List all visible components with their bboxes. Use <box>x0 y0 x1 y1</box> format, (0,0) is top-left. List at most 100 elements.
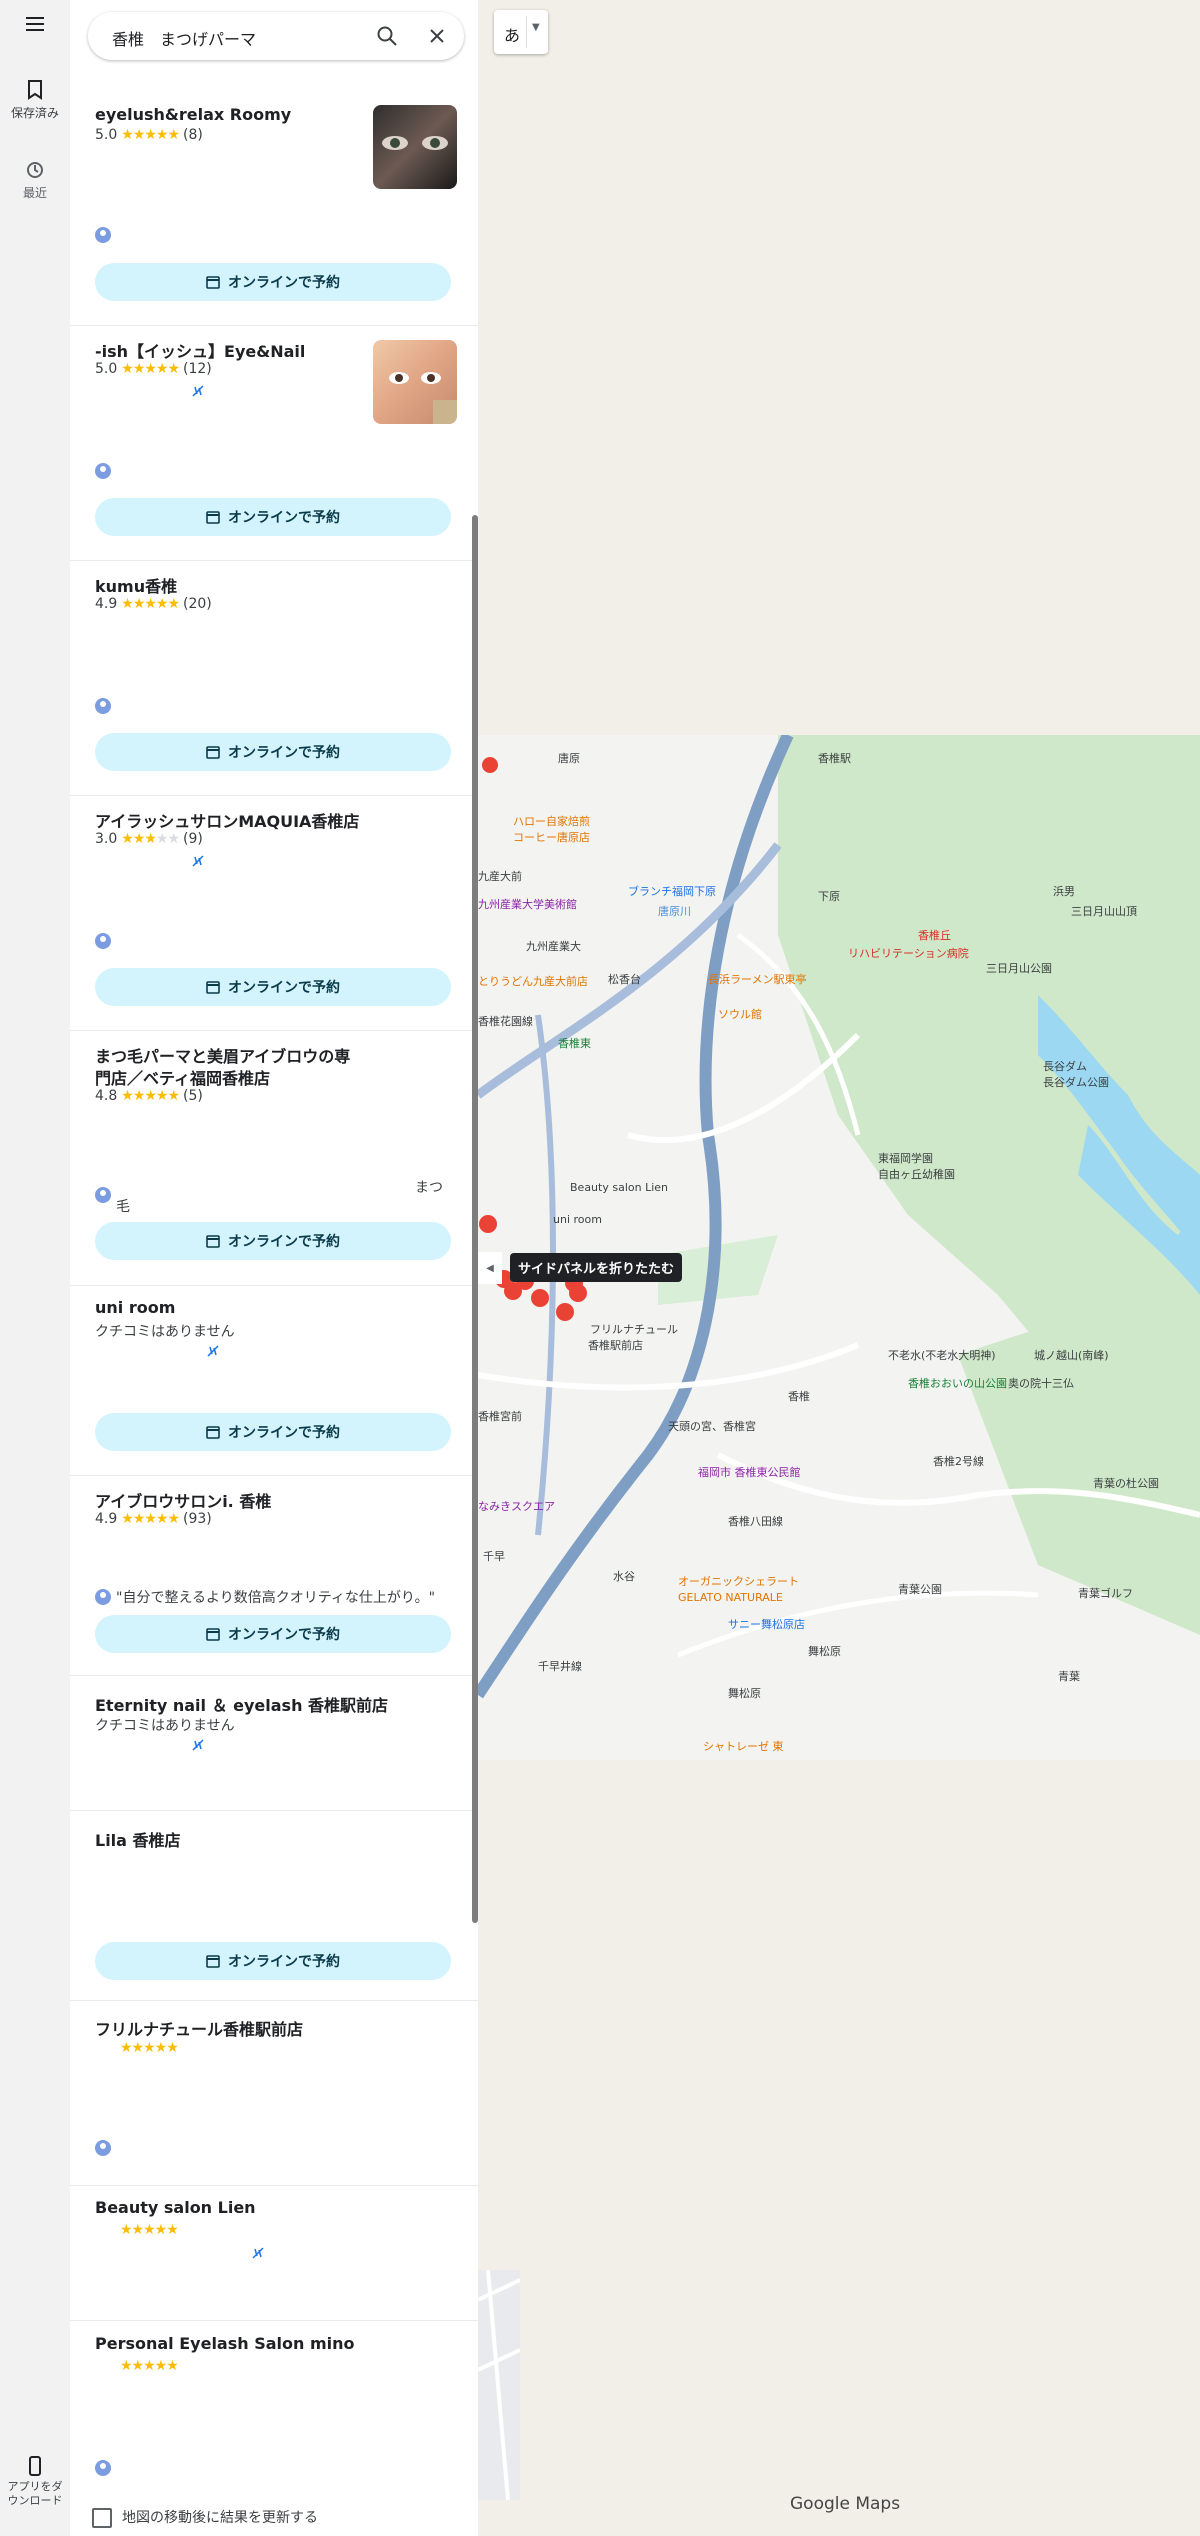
map-label: サニー舞松原店 <box>728 1617 805 1631</box>
book-online-button[interactable]: オンラインで予約 <box>95 1942 451 1980</box>
result-card[interactable]: まつ毛パーマと美眉アイブロウの専 門店／ベティ福岡香椎店 4.8 ★★★★★ (… <box>70 1030 478 1286</box>
star-rating-icon: ★★★★★ <box>121 596 180 612</box>
reviewer-avatar <box>95 463 111 479</box>
place-name[interactable]: kumu香椎 <box>95 573 177 597</box>
book-online-button[interactable]: オンラインで予約 <box>95 968 451 1006</box>
input-language-toggle[interactable]: あ ▼ <box>494 10 548 54</box>
result-card[interactable]: kumu香椎 4.9 ★★★★★ (20) オンラインで予約 <box>70 560 478 796</box>
book-online-button[interactable]: オンラインで予約 <box>95 733 451 771</box>
rating-value: 4.9 <box>95 1511 118 1527</box>
book-online-button[interactable]: オンラインで予約 <box>95 263 451 301</box>
collapse-panel-button[interactable]: ◀ <box>478 1252 502 1284</box>
map-label: 福岡市 香椎東公民館 <box>698 1465 801 1479</box>
close-icon[interactable] <box>426 25 448 47</box>
place-name[interactable]: -ish【イッシュ】Eye&Nail <box>95 338 305 362</box>
map-label: 自由ヶ丘幼稚園 <box>878 1167 955 1181</box>
map-label: 浜男 <box>1053 885 1075 898</box>
review-snippet-b: 毛 <box>116 1199 130 1215</box>
download-label: アプリをダウンロード <box>7 2480 63 2507</box>
map-label: コーヒー唐原店 <box>513 830 590 844</box>
book-online-label: オンラインで予約 <box>228 510 340 526</box>
review-count: (93) <box>183 1511 212 1527</box>
book-online-button[interactable]: オンラインで予約 <box>95 1222 451 1260</box>
rating-value: 4.8 <box>95 1088 118 1104</box>
result-card[interactable]: フリルナチュール香椎駅前店 ★★★★★ <box>70 2000 478 2186</box>
search-icon[interactable] <box>376 25 398 47</box>
result-card[interactable]: uni room クチコミはありません オンラインで予約 <box>70 1285 478 1476</box>
book-online-button[interactable]: オンラインで予約 <box>95 1413 451 1451</box>
place-name[interactable]: アイブロウサロンi. 香椎 <box>95 1488 271 1512</box>
star-rating-icon: ★★★★★ <box>121 361 180 377</box>
calendar-icon <box>206 1628 220 1641</box>
map-label: 香椎2号線 <box>933 1454 984 1468</box>
result-card[interactable]: アイラッシュサロンMAQUIA香椎店 3.0 ★★★★★ (9) オンラインで予… <box>70 795 478 1031</box>
place-name[interactable]: アイラッシュサロンMAQUIA香椎店 <box>95 808 359 832</box>
map-label: とりうどん九産大前店 <box>478 974 588 988</box>
place-name[interactable]: Eternity nail ＆ eyelash 香椎駅前店 <box>95 1692 388 1716</box>
rating-value: 5.0 <box>95 361 118 377</box>
map-label: 城ノ越山(南峰) <box>1034 1348 1109 1362</box>
place-name[interactable]: Lila 香椎店 <box>95 1827 181 1851</box>
result-card[interactable]: eyelush&relax Roomy 5.0 ★★★★★ (8) オンラインで… <box>70 85 478 326</box>
result-card[interactable]: アイブロウサロンi. 香椎 4.9 ★★★★★ (93) "自分で整えるより数倍… <box>70 1475 478 1676</box>
hamburger-menu-icon <box>26 17 44 31</box>
rating-row: ★★★★★ <box>120 2358 179 2374</box>
star-rating-icon: ★★★★★ <box>121 1511 180 1527</box>
star-rating-icon: ★★★★★ <box>120 2222 179 2238</box>
map-label: シャトレーゼ 東 <box>703 1740 784 1753</box>
map-label: 三日月山山頂 <box>1071 905 1137 918</box>
reviewer-avatar <box>95 933 111 949</box>
recent-label: 最近 <box>22 186 47 200</box>
result-card[interactable]: Eternity nail ＆ eyelash 香椎駅前店 クチコミはありません <box>70 1675 478 1811</box>
book-online-label: オンラインで予約 <box>228 1234 340 1250</box>
place-name[interactable]: Personal Eyelash Salon mino <box>95 2334 355 2353</box>
review-count: (9) <box>183 831 203 847</box>
map-label: 香椎東 <box>558 1036 591 1050</box>
saved-button[interactable]: 保存済み <box>0 80 70 121</box>
place-name-line1[interactable]: まつ毛パーマと美眉アイブロウの専 <box>95 1043 350 1067</box>
map-view[interactable]: 唐原 香椎駅 ハロー自家焙煎 コーヒー唐原店 九産大前 九州産業大学美術館 九州… <box>478 735 1200 1760</box>
book-online-button[interactable]: オンラインで予約 <box>95 498 451 536</box>
map-label: 香椎駅前店 <box>588 1338 643 1352</box>
language-label: あ <box>504 26 521 45</box>
search-box[interactable]: 香椎 まつげパーマ <box>88 12 464 60</box>
book-online-button[interactable]: オンラインで予約 <box>95 1615 451 1653</box>
map-label: 三日月山公園 <box>986 962 1052 975</box>
place-name[interactable]: uni room <box>95 1298 175 1317</box>
place-photo[interactable] <box>373 340 457 424</box>
star-rating-icon: ★★★★★ <box>121 1088 180 1104</box>
calendar-icon <box>206 511 220 524</box>
place-photo[interactable] <box>373 105 457 189</box>
rating-value: 5.0 <box>95 127 118 143</box>
map-label: 香椎駅 <box>818 751 851 765</box>
star-rating-icon: ★★★★★ <box>121 127 180 143</box>
result-card[interactable]: -ish【イッシュ】Eye&Nail 5.0 ★★★★★ (12) オンラインで… <box>70 325 478 561</box>
reviewer-avatar <box>95 1187 111 1203</box>
calendar-icon <box>206 276 220 289</box>
chevron-down-icon[interactable]: ▼ <box>532 22 540 33</box>
reviewer-avatar <box>95 1589 111 1605</box>
download-app-button[interactable]: アプリをダウンロード <box>0 2456 70 2508</box>
recent-button[interactable]: 最近 <box>0 160 70 201</box>
map-label: ハロー自家焙煎 <box>513 814 590 828</box>
result-card[interactable]: Lila 香椎店 オンラインで予約 <box>70 1810 478 2001</box>
update-on-move-checkbox[interactable] <box>92 2508 112 2528</box>
book-online-label: オンラインで予約 <box>228 1627 340 1643</box>
search-input[interactable]: 香椎 まつげパーマ <box>112 26 256 50</box>
update-on-move-control[interactable]: 地図の移動後に結果を更新する <box>70 2496 478 2536</box>
place-name[interactable]: フリルナチュール香椎駅前店 <box>95 2016 303 2040</box>
map-label: 香椎花園線 <box>478 1014 533 1028</box>
left-rail: 保存済み 最近 アプリをダウンロード <box>0 0 70 2536</box>
menu-button[interactable] <box>0 16 70 36</box>
map-label: uni room <box>553 1213 602 1226</box>
no-reviews: クチコミはありません <box>95 1718 235 1734</box>
place-name[interactable]: eyelush&relax Roomy <box>95 105 291 124</box>
place-name[interactable]: Beauty salon Lien <box>95 2198 256 2217</box>
result-card[interactable]: Beauty salon Lien ★★★★★ <box>70 2185 478 2321</box>
map-label: ブランチ福岡下原 <box>628 884 716 898</box>
no-reviews: クチコミはありません <box>95 1324 235 1340</box>
review-snippet-a: まつ <box>415 1180 443 1196</box>
review-snippet: "自分で整えるより数倍高クオリティな仕上がり。" <box>116 1590 436 1606</box>
place-name-line2[interactable]: 門店／ベティ福岡香椎店 <box>95 1065 270 1089</box>
map-canvas[interactable]: 唐原 香椎駅 ハロー自家焙煎 コーヒー唐原店 九産大前 九州産業大学美術館 九州… <box>478 735 1200 1760</box>
